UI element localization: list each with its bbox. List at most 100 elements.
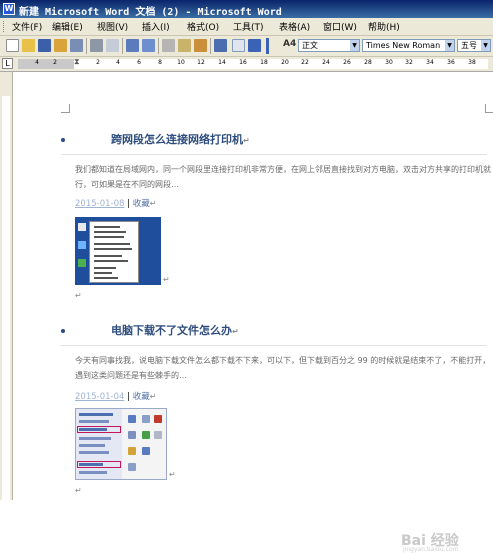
article-image[interactable]	[75, 217, 161, 285]
paste-icon[interactable]	[194, 39, 207, 52]
ruler-number: 36	[447, 59, 455, 66]
sidebar-row	[79, 428, 107, 431]
styles-pane-icon[interactable]: A4	[283, 39, 296, 49]
network-icon	[78, 241, 86, 249]
bullet-icon	[61, 329, 65, 333]
collect-link[interactable]: 收藏	[133, 392, 150, 402]
menu-format[interactable]: 格式(O)	[187, 20, 219, 33]
ruler-strip	[18, 59, 488, 69]
toolbar-separator	[158, 38, 159, 54]
context-menu-image	[89, 221, 139, 283]
sidebar-row	[79, 463, 103, 466]
article-date[interactable]: 2015-01-08	[75, 199, 124, 209]
article-date[interactable]: 2015-01-04	[75, 392, 124, 402]
ink-icon[interactable]	[232, 39, 245, 52]
chevron-down-icon[interactable]: ▼	[481, 40, 490, 51]
sidebar-row	[79, 444, 105, 447]
window-title: 新建 Microsoft Word 文档 (2) - Microsoft Wor…	[19, 7, 282, 18]
menu-tools[interactable]: 工具(T)	[233, 20, 264, 33]
ruler-number: 14	[218, 59, 226, 66]
ruler-number: 2	[96, 59, 100, 66]
paragraph-mark: ↵	[163, 275, 170, 284]
menu-help[interactable]: 帮助(H)	[368, 20, 400, 33]
undo-icon[interactable]	[214, 39, 227, 52]
menu-window[interactable]: 窗口(W)	[323, 20, 357, 33]
style-select[interactable]: 正文 ▼	[298, 39, 360, 52]
menu-line	[94, 243, 130, 245]
research-icon[interactable]	[142, 39, 155, 52]
settings-icon	[128, 463, 136, 471]
word-app-icon[interactable]: W	[3, 3, 15, 15]
computer-icon	[78, 223, 86, 231]
help-icon[interactable]	[248, 39, 261, 52]
paragraph-mark: ↵	[75, 486, 82, 495]
font-size-select[interactable]: 五号 ▼	[457, 39, 491, 52]
ruler-number: 18	[260, 59, 268, 66]
menu-line	[94, 255, 122, 257]
watermark-logo: Bai 经验 jingyan.baidu.com	[401, 533, 459, 553]
ruler-number: 32	[405, 59, 413, 66]
toolbar-separator	[210, 38, 211, 54]
sidebar-row	[79, 413, 113, 416]
collect-link[interactable]: 收藏	[133, 199, 150, 209]
settings-icon	[142, 415, 150, 423]
save-icon[interactable]	[38, 39, 51, 52]
divider	[61, 154, 487, 155]
menu-view[interactable]: 视图(V)	[97, 20, 128, 33]
ruler-number: 12	[197, 59, 205, 66]
article-heading[interactable]: 电脑下载不了文件怎么办↵	[111, 322, 239, 338]
article-summary[interactable]: 今天有同事找我，说电脑下载文件怎么都下载不下来，可以下，但下载到百分之 99 的…	[75, 353, 493, 383]
cut-icon[interactable]	[162, 39, 175, 52]
menu-file[interactable]: 文件(F)	[12, 20, 42, 33]
article-heading[interactable]: 跨网段怎么连接网络打印机↵	[111, 131, 250, 147]
meta-separator: |	[127, 199, 130, 209]
new-doc-icon[interactable]	[6, 39, 19, 52]
menu-line	[94, 226, 120, 228]
toolbar-separator	[122, 38, 123, 54]
chevron-down-icon[interactable]: ▼	[350, 40, 359, 51]
font-select[interactable]: Times New Roman ▼	[362, 39, 455, 52]
permission-icon[interactable]	[54, 39, 67, 52]
horizontal-ruler[interactable]: L ⧗ 4 2 2 4 6 8 10 12 14 16 18 20 22 24 …	[0, 57, 493, 72]
menu-line	[94, 272, 112, 274]
paragraph-mark: ↵	[169, 470, 176, 479]
vertical-ruler[interactable]	[0, 72, 13, 500]
article-meta: 2015-01-08 | 收藏↵	[75, 197, 156, 209]
menubar-grip[interactable]	[3, 21, 6, 32]
ruler-number: 10	[177, 59, 185, 66]
paragraph-mark: ↵	[75, 291, 82, 300]
spelling-icon[interactable]	[126, 39, 139, 52]
tab-selector[interactable]: L	[2, 58, 13, 69]
ruler-number: 16	[239, 59, 247, 66]
article-image[interactable]	[75, 408, 167, 480]
toolbar-separator	[86, 38, 87, 54]
ruler-number: 20	[281, 59, 289, 66]
menu-table[interactable]: 表格(A)	[279, 20, 310, 33]
print-preview-icon[interactable]	[106, 39, 119, 52]
menu-insert[interactable]: 插入(I)	[142, 20, 170, 33]
document-page[interactable]: 跨网段怎么连接网络打印机↵ 我们都知道在局域网内，同一个网段里连接打印机非常方便…	[13, 72, 493, 553]
settings-icon	[128, 447, 136, 455]
sidebar-row	[79, 451, 109, 454]
ruler-number: 2	[53, 59, 57, 66]
sidebar-row	[79, 471, 107, 474]
sidebar-row	[79, 437, 111, 440]
menu-line	[94, 236, 124, 238]
indent-marker-icon[interactable]: ⧗	[74, 57, 80, 67]
ruler-number: 4	[116, 59, 120, 66]
ruler-number: 34	[426, 59, 434, 66]
open-icon[interactable]	[22, 39, 35, 52]
chevron-down-icon[interactable]: ▼	[445, 40, 454, 51]
menu-line	[94, 267, 116, 269]
article-summary[interactable]: 我们都知道在局域网内，同一个网段里连接打印机非常方便，在网上邻居直接找到对方电脑…	[75, 162, 493, 192]
meta-separator: |	[127, 392, 130, 402]
settings-icon	[142, 447, 150, 455]
print-icon[interactable]	[90, 39, 103, 52]
ruler-number: 4	[35, 59, 39, 66]
formatting-toolbar: A4 正文 ▼ Times New Roman ▼ 五号 ▼	[0, 36, 493, 57]
email-icon[interactable]	[70, 39, 83, 52]
menu-edit[interactable]: 编辑(E)	[52, 20, 83, 33]
copy-icon[interactable]	[178, 39, 191, 52]
toolbar-grip[interactable]	[266, 38, 269, 54]
margin-corner-mark	[61, 104, 70, 113]
